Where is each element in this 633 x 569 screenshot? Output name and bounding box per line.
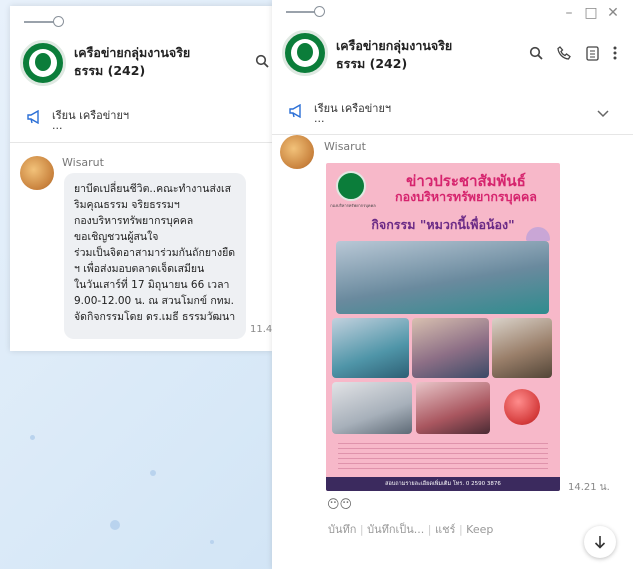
- message-line: ขอเชิญชวนผู้สนใจ: [74, 231, 159, 243]
- poster-activity: กิจกรรม "หมวกนี้เพื่อน้อง": [371, 217, 515, 232]
- background-dot: [150, 470, 156, 476]
- message-actions: บันทึก | บันทึกเป็น... | แชร์ | Keep: [328, 523, 494, 536]
- save-link[interactable]: บันทึก: [328, 523, 356, 536]
- message-time: 11.4: [250, 324, 272, 335]
- keep-link[interactable]: Keep: [466, 523, 493, 536]
- poster-logo: [336, 171, 366, 201]
- announcement-more[interactable]: ...: [314, 112, 325, 125]
- zoom-slider-knob[interactable]: [53, 16, 64, 27]
- poster-photo: [332, 382, 412, 434]
- share-link[interactable]: แชร์: [435, 523, 455, 536]
- search-icon[interactable]: [528, 46, 544, 64]
- background-dot: [30, 435, 35, 440]
- message-line: จัดกิจกรรมโดย ดร.เมธี ธรรมวัฒนา: [74, 311, 236, 323]
- poster-photo: [416, 382, 490, 434]
- sender-avatar[interactable]: [280, 135, 314, 169]
- poster-photo: [492, 318, 552, 378]
- message-line: ในวันเสาร์ที่ 17 มิถุนายน 66 เวลา: [74, 279, 230, 291]
- megaphone-icon: [26, 109, 44, 128]
- message-line: กองบริหารทรัพยากรบุคคล: [74, 215, 194, 227]
- group-avatar[interactable]: [20, 40, 66, 86]
- zoom-slider-knob[interactable]: [314, 6, 325, 17]
- header-divider: [272, 134, 633, 135]
- sender-name: Wisarut: [62, 156, 104, 169]
- poster-photo-group: [336, 241, 549, 314]
- zoom-slider-track[interactable]: [24, 21, 56, 23]
- message-line: ยาบีดเปลี่ยนชีวิต..คณะทำงานส่งเส: [74, 183, 232, 195]
- search-icon[interactable]: [254, 54, 270, 72]
- poster-image-message[interactable]: กองบริหารทรัพยากรบุคคล ข่าวประชาสัมพันธ์…: [326, 163, 560, 491]
- message-line: 9.00-12.00 น. ณ สวนโมกข์ กทม.: [74, 295, 234, 307]
- sender-avatar[interactable]: [20, 156, 54, 190]
- minimize-icon[interactable]: –: [562, 5, 576, 21]
- poster-logo-caption: กองบริหารทรัพยากรบุคคล: [330, 203, 376, 208]
- announcement-title[interactable]: เรียน เครือข่ายฯ: [52, 106, 129, 124]
- poster-yarn-ball: [504, 389, 540, 425]
- reaction-emoji[interactable]: 😶😶: [327, 497, 352, 511]
- maximize-icon[interactable]: □: [584, 5, 598, 21]
- arrow-down-icon: [594, 536, 606, 549]
- announcement-more[interactable]: ...: [52, 119, 63, 132]
- save-as-link[interactable]: บันทึกเป็น...: [367, 523, 424, 536]
- close-icon[interactable]: ✕: [606, 5, 620, 21]
- notes-icon[interactable]: [584, 46, 600, 65]
- sender-name: Wisarut: [324, 140, 366, 153]
- message-bubble[interactable]: ยาบีดเปลี่ยนชีวิต..คณะทำงานส่งเส ริมคุณธ…: [64, 173, 246, 339]
- right-chat-window: – □ ✕ เครือข่ายกลุ่มงานจริย ธรรม (242) เ…: [272, 0, 633, 569]
- group-title[interactable]: เครือข่ายกลุ่มงานจริย ธรรม (242): [74, 44, 234, 80]
- group-title[interactable]: เครือข่ายกลุ่มงานจริย ธรรม (242): [336, 37, 506, 73]
- megaphone-icon: [288, 103, 306, 122]
- more-menu-icon[interactable]: [610, 46, 620, 64]
- poster-heading-line2: กองบริหารทรัพยากรบุคคล: [395, 189, 537, 204]
- message-time: 14.21 น.: [568, 482, 610, 493]
- poster-photo: [412, 318, 489, 378]
- group-avatar[interactable]: [282, 30, 328, 76]
- phone-icon[interactable]: [556, 46, 572, 64]
- announcement-title[interactable]: เรียน เครือข่ายฯ: [314, 99, 391, 117]
- poster-body-text: [338, 439, 548, 469]
- header-divider: [10, 142, 272, 143]
- scroll-to-bottom-button[interactable]: [584, 526, 616, 558]
- chevron-down-icon[interactable]: [596, 106, 610, 122]
- background-dot: [110, 520, 120, 530]
- poster-phone-bar: สอบถามรายละเอียดเพิ่มเติม โทร. 0 2590 38…: [326, 477, 560, 491]
- poster-photo: [332, 318, 409, 378]
- message-line: ร่วมเป็นจิตอาสามาร่วมกันถักยางยืด: [74, 247, 236, 259]
- background-dot: [210, 540, 214, 544]
- message-line: ฯ เพื่อส่งมอบตลาดเจ็ดเสมียน: [74, 263, 205, 275]
- message-line: ริมคุณธรรม จริยธรรมฯ: [74, 199, 180, 211]
- left-chat-window: เครือข่ายกลุ่มงานจริย ธรรม (242) เรียน เ…: [10, 6, 272, 351]
